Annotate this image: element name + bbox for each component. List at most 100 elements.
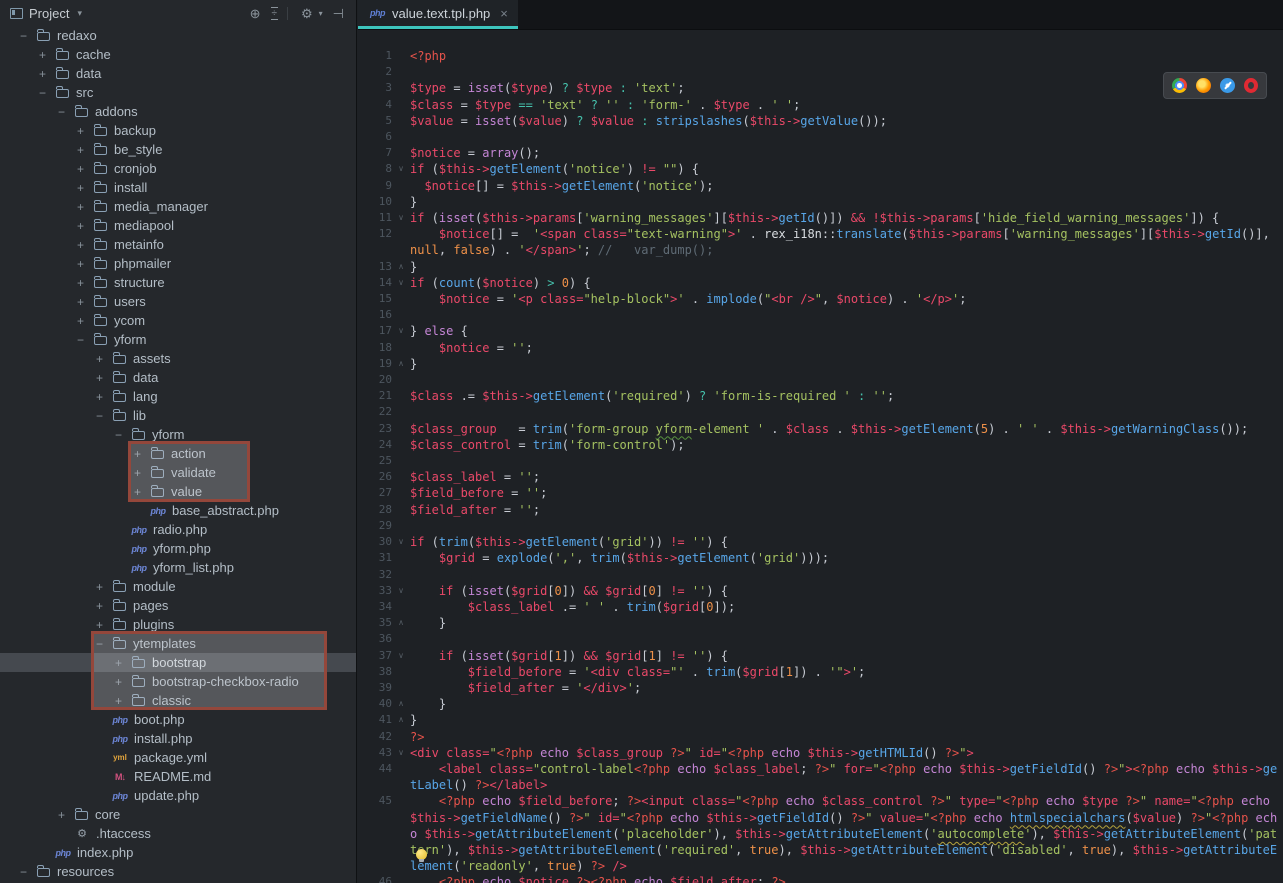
firefox-browser-icon[interactable] [1196,78,1211,93]
fold-marker-icon[interactable]: ∧ [392,259,410,275]
code-line[interactable]: 34 $class_label .= ' ' . trim($grid[0]); [358,599,1283,615]
tree-item-cronjob[interactable]: +cronjob [0,159,356,178]
expand-icon[interactable]: + [77,257,94,271]
hide-panel-icon[interactable]: ⊣ [329,7,348,20]
fold-marker-icon[interactable]: ∨ [392,210,410,226]
tree-item-users[interactable]: +users [0,292,356,311]
expand-icon[interactable]: + [77,219,94,233]
expand-icon[interactable]: + [134,485,151,499]
code-line[interactable]: 5$value = isset($value) ? $value : strip… [358,113,1283,129]
tree-item-bootstrap[interactable]: +bootstrap [0,653,356,672]
collapse-icon[interactable]: − [20,29,37,43]
fold-marker-icon[interactable]: ∨ [392,323,410,339]
tree-item-backup[interactable]: +backup [0,121,356,140]
tree-item-index-php[interactable]: phpindex.php [0,843,356,862]
tree-item-lib[interactable]: −lib [0,406,356,425]
collapse-icon[interactable]: − [58,105,75,119]
expand-icon[interactable]: + [77,200,94,214]
gear-caret-icon[interactable]: ▾ [319,9,323,18]
fold-marker-icon[interactable]: ∨ [392,161,410,177]
code-line[interactable]: 25 [358,453,1283,469]
tree-item-addons[interactable]: −addons [0,102,356,121]
fold-marker-icon[interactable]: ∧ [392,712,410,728]
expand-icon[interactable]: + [96,352,113,366]
close-icon[interactable]: × [500,6,508,21]
tree-item-cache[interactable]: +cache [0,45,356,64]
code-line[interactable]: 43∨<div class="<?php echo $class_group ?… [358,745,1283,761]
fold-marker-icon[interactable]: ∨ [392,534,410,550]
code-line[interactable]: 13∧} [358,259,1283,275]
code-line[interactable]: 28$field_after = ''; [358,502,1283,518]
fold-marker-icon[interactable]: ∧ [392,615,410,631]
expand-icon[interactable]: + [96,390,113,404]
code-line[interactable]: 3$type = isset($type) ? $type : 'text'; [358,80,1283,96]
lightbulb-icon[interactable] [416,849,427,860]
tree-item-readme-md[interactable]: M↓README.md [0,767,356,786]
tree-item-resources[interactable]: −resources [0,862,356,881]
collapse-icon[interactable]: − [77,333,94,347]
tab-value-text-tpl-php[interactable]: php value.text.tpl.php × [358,0,518,29]
expand-icon[interactable]: + [96,580,113,594]
tree-item-boot-php[interactable]: phpboot.php [0,710,356,729]
fold-marker-icon[interactable]: ∧ [392,356,410,372]
tree-item-validate[interactable]: +validate [0,463,356,482]
tree-item-yform-php[interactable]: phpyform.php [0,539,356,558]
code-line[interactable]: 33∨ if (isset($grid[0]) && $grid[0] != '… [358,583,1283,599]
code-line[interactable]: 46 <?php echo $notice ?><?php echo $fiel… [358,874,1283,883]
code-line[interactable]: 11∨if (isset($this->params['warning_mess… [358,210,1283,226]
expand-icon[interactable]: + [77,314,94,328]
tree-item-plugins[interactable]: +plugins [0,615,356,634]
tree-item-yform-list-php[interactable]: phpyform_list.php [0,558,356,577]
code-line[interactable]: 45 <?php echo $field_before; ?><input cl… [358,793,1283,874]
chrome-browser-icon[interactable] [1172,78,1187,93]
tree-item-structure[interactable]: +structure [0,273,356,292]
code-line[interactable]: 37∨ if (isset($grid[1]) && $grid[1] != '… [358,648,1283,664]
code-line[interactable]: 30∨if (trim($this->getElement('grid')) !… [358,534,1283,550]
tree-item-core[interactable]: +core [0,805,356,824]
code-line[interactable]: 14∨if (count($notice) > 0) { [358,275,1283,291]
code-line[interactable]: 36 [358,631,1283,647]
expand-icon[interactable]: + [39,48,56,62]
code-line[interactable]: 40∧ } [358,696,1283,712]
expand-icon[interactable]: + [115,675,132,689]
tree-item-redaxo[interactable]: −redaxo [0,26,356,45]
expand-icon[interactable]: + [96,599,113,613]
tree-item-action[interactable]: +action [0,444,356,463]
locate-file-icon[interactable]: ⊕ [246,7,265,20]
code-line[interactable]: 16 [358,307,1283,323]
expand-icon[interactable]: + [77,143,94,157]
code-line[interactable]: 23$class_group = trim('form-group yform-… [358,421,1283,437]
collapse-icon[interactable]: − [96,637,113,651]
tree-item-metainfo[interactable]: +metainfo [0,235,356,254]
code-line[interactable]: 27$field_before = ''; [358,485,1283,501]
tree-item-radio-php[interactable]: phpradio.php [0,520,356,539]
code-line[interactable]: 32 [358,567,1283,583]
expand-icon[interactable]: + [77,124,94,138]
code-line[interactable]: 6 [358,129,1283,145]
tree-item-module[interactable]: +module [0,577,356,596]
expand-icon[interactable]: + [39,67,56,81]
expand-icon[interactable]: + [96,371,113,385]
tree-item-be-style[interactable]: +be_style [0,140,356,159]
tree-item--htaccess[interactable]: ⚙.htaccess [0,824,356,843]
fold-marker-icon[interactable]: ∨ [392,745,410,761]
expand-icon[interactable]: + [77,181,94,195]
collapse-icon[interactable]: − [20,865,37,879]
expand-icon[interactable]: + [115,656,132,670]
fold-marker-icon[interactable]: ∧ [392,696,410,712]
code-line[interactable]: 29 [358,518,1283,534]
opera-browser-icon[interactable] [1244,78,1258,93]
collapse-icon[interactable]: − [115,428,132,442]
tree-item-data[interactable]: +data [0,368,356,387]
fold-marker-icon[interactable]: ∨ [392,583,410,599]
code-line[interactable]: 10} [358,194,1283,210]
expand-icon[interactable]: + [77,162,94,176]
code-line[interactable]: 2 [358,64,1283,80]
tree-item-package-yml[interactable]: ymlpackage.yml [0,748,356,767]
tree-item-lang[interactable]: +lang [0,387,356,406]
code-line[interactable]: 42?> [358,729,1283,745]
code-line[interactable]: 24$class_control = trim('form-control'); [358,437,1283,453]
tree-item-classic[interactable]: +classic [0,691,356,710]
tree-item-assets[interactable]: +assets [0,349,356,368]
code-line[interactable]: 35∧ } [358,615,1283,631]
